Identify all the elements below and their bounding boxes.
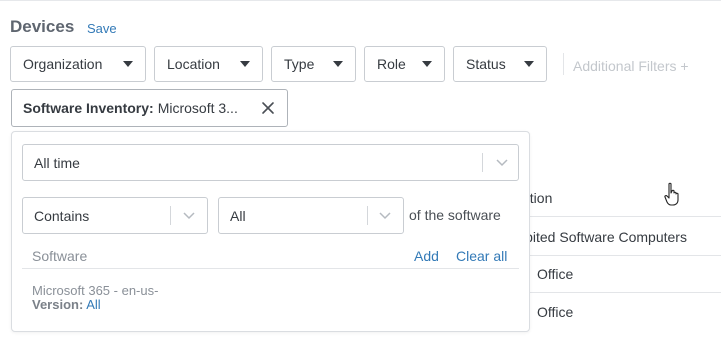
- contains-value: Contains: [34, 207, 90, 224]
- software-divider: [22, 268, 519, 269]
- row-divider: [520, 292, 721, 293]
- filter-role-label: Role: [377, 56, 406, 72]
- version-scope-select[interactable]: All: [218, 197, 404, 234]
- chevron-down-icon: [183, 212, 195, 220]
- time-range-value: All time: [34, 154, 80, 171]
- software-inventory-chip[interactable]: Software Inventory: Microsoft 3...: [11, 89, 288, 127]
- table-row[interactable]: Office: [537, 304, 573, 320]
- chip-name: Software Inventory:: [23, 100, 154, 116]
- filter-location[interactable]: Location: [154, 46, 263, 82]
- filter-location-label: Location: [167, 56, 220, 72]
- software-filter-panel: All time Contains All of the software So…: [11, 131, 530, 332]
- version-value-link[interactable]: All: [86, 297, 100, 312]
- caret-down-icon: [333, 61, 343, 67]
- top-divider: [0, 0, 721, 1]
- table-row[interactable]: Office: [537, 266, 573, 282]
- chevron-down-icon: [379, 212, 391, 220]
- hand-cursor-icon: [664, 182, 679, 206]
- version-scope-value: All: [230, 207, 246, 224]
- caret-down-icon: [422, 61, 432, 67]
- chevron-down-icon: [496, 159, 508, 167]
- software-label: Software: [32, 248, 88, 264]
- save-link[interactable]: Save: [87, 21, 117, 36]
- select-divider: [170, 206, 171, 225]
- page-title: Devices: [10, 17, 75, 36]
- select-divider: [482, 153, 483, 172]
- software-item-version: Version: All: [32, 297, 101, 312]
- filter-status[interactable]: Status: [453, 46, 547, 82]
- version-label: Version:: [32, 297, 84, 312]
- additional-filters-button[interactable]: Additional Filters +: [573, 58, 689, 74]
- time-range-select[interactable]: All time: [22, 144, 519, 181]
- software-item-name: Microsoft 365 - en-us-: [32, 283, 159, 298]
- select-divider: [367, 206, 368, 225]
- filter-role[interactable]: Role: [364, 46, 445, 82]
- caret-down-icon: [240, 61, 250, 67]
- filter-type-label: Type: [284, 56, 315, 72]
- clear-all-link[interactable]: Clear all: [456, 248, 507, 264]
- contains-select[interactable]: Contains: [22, 197, 208, 234]
- of-the-software-label: of the software: [409, 207, 501, 223]
- filter-organization[interactable]: Organization: [10, 46, 146, 82]
- row-divider: [520, 216, 721, 217]
- close-icon[interactable]: [260, 99, 276, 117]
- filter-status-label: Status: [466, 56, 506, 72]
- caret-down-icon: [123, 61, 133, 67]
- add-software-link[interactable]: Add: [414, 248, 439, 264]
- table-row[interactable]: ibited Software Computers: [522, 229, 687, 245]
- filter-organization-label: Organization: [23, 56, 103, 72]
- row-divider: [520, 255, 721, 256]
- caret-down-icon: [524, 61, 534, 67]
- chip-value: Microsoft 3...: [157, 100, 238, 116]
- filter-type[interactable]: Type: [271, 46, 356, 82]
- filter-divider: [563, 53, 564, 75]
